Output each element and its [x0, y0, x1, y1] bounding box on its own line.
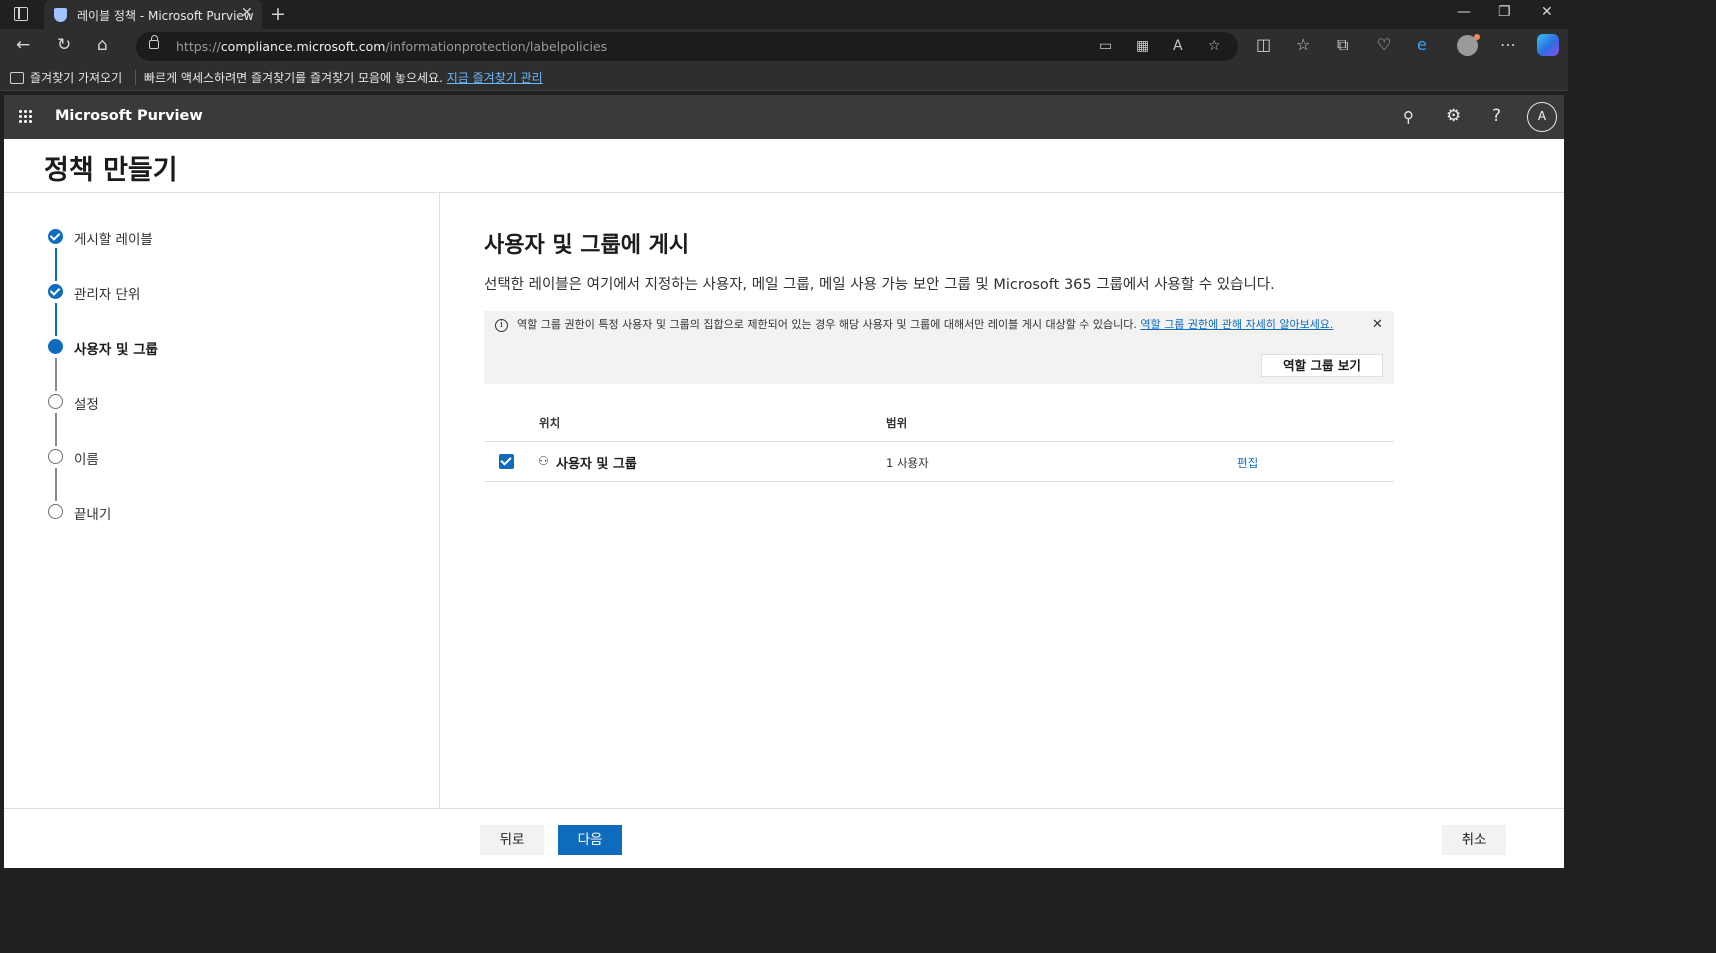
- account-avatar[interactable]: A: [1527, 102, 1557, 132]
- page-title: 정책 만들기: [44, 155, 178, 186]
- immersive-reader-icon[interactable]: ▦: [1136, 38, 1149, 54]
- view-role-groups-button[interactable]: 역할 그룹 보기: [1261, 354, 1383, 377]
- step-connector: [55, 413, 57, 446]
- page-header: 정책 만들기: [4, 139, 1564, 193]
- tab-title: 레이블 정책 - Microsoft Purview: [77, 9, 254, 23]
- step-label: 끝내기: [74, 507, 112, 523]
- collections-icon[interactable]: ⧉: [1337, 35, 1348, 55]
- learn-more-link[interactable]: 역할 그룹 권한에 관해 자세히 알아보세요.: [1140, 318, 1333, 331]
- column-header-location[interactable]: 위치: [539, 415, 560, 431]
- wizard-footer: 뒤로 다음 취소: [4, 808, 1564, 868]
- step-complete-icon: [48, 284, 63, 299]
- restore-icon[interactable]: ❐: [1498, 4, 1511, 20]
- more-icon[interactable]: ⋯: [1500, 35, 1516, 54]
- info-message-bar: i 역할 그룹 권한이 특정 사용자 및 그룹의 집합으로 제한되어 있는 경우…: [484, 311, 1394, 384]
- wizard-stepper: 게시할 레이블 관리자 단위 사용자 및 그룹 설정 이름 끝내기: [4, 193, 440, 808]
- browser-essentials-icon[interactable]: ♡: [1377, 35, 1391, 54]
- edit-link[interactable]: 편집: [1237, 455, 1258, 471]
- step-pending-icon: [48, 504, 63, 519]
- users-groups-icon: ⚇: [538, 454, 549, 468]
- back-button[interactable]: 뒤로: [480, 825, 544, 855]
- next-button[interactable]: 다음: [558, 825, 622, 855]
- column-header-scope[interactable]: 범위: [886, 415, 907, 431]
- step-label: 관리자 단위: [74, 287, 141, 303]
- manage-favorites-link[interactable]: 지금 즐겨찾기 관리: [447, 71, 543, 85]
- step-current-icon: [48, 339, 63, 354]
- copilot-icon[interactable]: [1537, 34, 1559, 56]
- minimize-icon[interactable]: —: [1457, 4, 1471, 20]
- lock-icon[interactable]: [149, 35, 159, 49]
- step-connector: [55, 303, 57, 336]
- split-screen-icon[interactable]: ◫: [1256, 35, 1271, 54]
- import-icon: [10, 72, 24, 84]
- brand-title[interactable]: Microsoft Purview: [55, 108, 203, 124]
- edge-icon[interactable]: e: [1417, 35, 1427, 54]
- new-tab-icon[interactable]: +: [270, 3, 286, 25]
- favorite-star-icon[interactable]: ☆: [1208, 38, 1221, 54]
- refresh-icon[interactable]: ↻: [57, 35, 71, 55]
- table-row[interactable]: ⚇ 사용자 및 그룹 1 사용자 편집: [484, 442, 1394, 482]
- table-header: 위치 범위: [484, 401, 1394, 442]
- browser-tab-active[interactable]: 레이블 정책 - Microsoft Purview ✕: [44, 0, 262, 29]
- purview-app: Microsoft Purview ⚲ ⚙ ? A 정책 만들기 게시할 레이블…: [4, 95, 1564, 868]
- favorites-divider: [135, 70, 136, 85]
- info-text: 역할 그룹 권한이 특정 사용자 및 그룹의 집합으로 제한되어 있는 경우 해…: [517, 318, 1334, 331]
- step-pending-icon: [48, 449, 63, 464]
- step-connector: [55, 358, 57, 391]
- cancel-button[interactable]: 취소: [1442, 825, 1506, 855]
- tab-close-icon[interactable]: ✕: [241, 5, 253, 21]
- dismiss-icon[interactable]: ✕: [1372, 317, 1383, 332]
- scope-value: 1 사용자: [886, 456, 929, 470]
- section-description: 선택한 레이블은 여기에서 지정하는 사용자, 메일 그룹, 메일 사용 가능 …: [484, 277, 1275, 293]
- url-text[interactable]: https://compliance.microsoft.com/informa…: [176, 39, 607, 54]
- location-checkbox[interactable]: [499, 454, 514, 469]
- step-label: 사용자 및 그룹: [74, 342, 158, 358]
- shield-icon: [54, 8, 67, 22]
- step-connector: [55, 468, 57, 501]
- feedback-icon[interactable]: ⚲: [1403, 108, 1414, 126]
- settings-icon[interactable]: ⚙: [1446, 106, 1461, 126]
- location-name: 사용자 및 그룹: [556, 457, 637, 472]
- address-bar[interactable]: https://compliance.microsoft.com/informa…: [136, 32, 1238, 61]
- step-label: 설정: [74, 397, 99, 413]
- step-complete-icon: [48, 229, 63, 244]
- section-title: 사용자 및 그룹에 게시: [484, 233, 690, 258]
- help-icon[interactable]: ?: [1492, 106, 1501, 126]
- browser-toolbar: ← ↻ ⌂ https://compliance.microsoft.com/i…: [0, 29, 1568, 64]
- suite-header: Microsoft Purview ⚲ ⚙ ? A: [4, 95, 1564, 139]
- read-aloud-icon[interactable]: A: [1173, 38, 1183, 54]
- window-close-icon[interactable]: ✕: [1541, 4, 1553, 20]
- home-icon[interactable]: ⌂: [97, 35, 108, 55]
- step-pending-icon: [48, 394, 63, 409]
- step-connector: [55, 248, 57, 281]
- app-available-icon[interactable]: ▭: [1099, 38, 1112, 54]
- profile-avatar[interactable]: [1457, 34, 1480, 56]
- back-icon[interactable]: ←: [16, 35, 30, 55]
- favorites-message: 빠르게 액세스하려면 즐겨찾기를 즐겨찾기 모음에 놓으세요. 지금 즐겨찾기 …: [144, 71, 543, 85]
- info-icon: i: [495, 319, 508, 332]
- favorites-bar: 즐겨찾기 가져오기 빠르게 액세스하려면 즐겨찾기를 즐겨찾기 모음에 놓으세요…: [0, 64, 1568, 91]
- window-edge: [0, 868, 1568, 871]
- step-label: 이름: [74, 452, 99, 468]
- tab-actions-icon[interactable]: [14, 7, 28, 21]
- import-favorites-button[interactable]: 즐겨찾기 가져오기: [10, 69, 122, 86]
- step-label: 게시할 레이블: [74, 232, 153, 248]
- browser-tab-strip: 레이블 정책 - Microsoft Purview ✕ + — ❐ ✕: [0, 0, 1568, 29]
- favorites-icon[interactable]: ☆: [1296, 35, 1310, 54]
- app-launcher-icon[interactable]: [18, 109, 33, 124]
